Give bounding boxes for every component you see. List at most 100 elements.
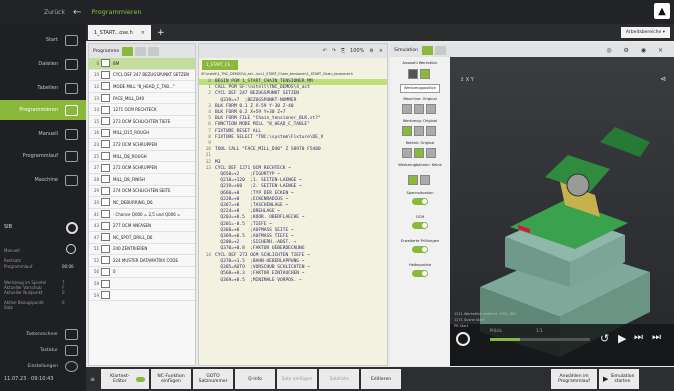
list-item[interactable]: 10 CYCL DEF 247 BEZUGSPUNKT SETZEN [89, 70, 195, 82]
list-item[interactable]: 59 [89, 290, 195, 302]
list-item[interactable]: 25 MILL_D8_ROUGH [89, 151, 195, 163]
undo-icon[interactable]: ↶ [323, 48, 327, 54]
code-line[interactable]: Q369=+0.5 ;MINIMALE VORPOS. ~ [199, 278, 387, 284]
reset-icon[interactable] [456, 332, 470, 346]
code-view[interactable]: 0 BEGIN PGM 1_START_CHAIN_TENSIONER MM 1 CA… [199, 79, 387, 284]
sidebar-item-programmieren[interactable]: Programmieren [0, 100, 86, 120]
sidebar-item-label: Tastatur [39, 347, 58, 353]
list-item[interactable]: 58 [89, 278, 195, 290]
ocm-toggle[interactable] [412, 222, 428, 229]
list-item[interactable]: 27 272 OCM SCHRUPPEN [89, 162, 195, 174]
sidebar-item-manuell[interactable]: Manuell [0, 124, 86, 144]
back-arrow-icon[interactable]: ← [73, 7, 81, 18]
mode-switch-icon[interactable]: ≡ [90, 376, 95, 383]
fast-forward-icon[interactable]: ⏭ [652, 332, 661, 343]
insert-block-button[interactable]: Satz einfügen [277, 369, 318, 389]
list-item[interactable]: 56 0 [89, 267, 195, 279]
sidebar-item-dateien[interactable]: Dateien [0, 54, 86, 74]
block-icon [101, 221, 110, 230]
back-label[interactable]: Zurück [44, 9, 65, 16]
list-item[interactable]: 52 224 MUSTER DATAMATRIX CODE [89, 255, 195, 267]
sidebar-item-label: Dateien [38, 61, 58, 67]
list-item[interactable]: 41 · Chance Q000 = 2,5 und Q006 = [89, 209, 195, 221]
blank-icon[interactable] [414, 148, 424, 158]
search-icon[interactable] [135, 46, 147, 56]
workpiece-icon[interactable] [408, 69, 418, 79]
editor-toggle[interactable] [135, 376, 146, 382]
tool-icon[interactable] [414, 126, 424, 136]
tab-program[interactable]: 1_START...ose.h × [88, 25, 151, 40]
list-item[interactable]: 47 NC_SPOT_DRILL_D6 [89, 232, 195, 244]
tool-icon[interactable] [426, 126, 436, 136]
info-text: 1271 Suche Start [454, 318, 485, 322]
advanced-checks-toggle[interactable] [412, 246, 428, 253]
list-view-icon[interactable] [122, 46, 134, 56]
sidebar-item-start[interactable]: Start [0, 30, 86, 50]
simulation-viewport[interactable]: ↥ X Y ⊲ Präzis. 1:1 ↺ ▶ ⏭ ⏭ 1211 Werkstü… [450, 57, 674, 366]
add-tab-icon[interactable]: + [157, 28, 165, 38]
single-step-icon[interactable]: ⏭ [634, 332, 643, 343]
list-item[interactable]: 28 MILL_D8_FINISH [89, 174, 195, 186]
toolpath-icon[interactable] [408, 175, 418, 185]
close-icon[interactable]: × [141, 30, 145, 36]
nc-function-button[interactable]: NC-Funktion einfügen [151, 369, 192, 389]
fixture-toggle[interactable] [412, 198, 428, 205]
row-label: NC_DEBURRING_D6 [113, 199, 153, 205]
breakpoints-toggle[interactable] [412, 270, 428, 277]
list-item[interactable]: 29 274 OCM SCHLICHTEN SEITE [89, 186, 195, 198]
copy-icon[interactable]: ⎘ [341, 48, 345, 54]
sidebar-item-maschine[interactable]: Maschine [0, 170, 86, 190]
list-item[interactable]: 13 FACE_MILL_D40 [89, 93, 195, 105]
list-item[interactable]: 51 240 ZENTRIEREN [89, 244, 195, 256]
view-controls[interactable]: ◎ ⚙ ◉ × [606, 47, 668, 54]
row-label: MILL_D15_ROUGH [113, 130, 150, 136]
goto-button[interactable]: GOTO Satznummer [193, 369, 234, 389]
zoom-level[interactable]: 100% [350, 48, 364, 54]
editor-file-tab[interactable]: 1_START_Ch... [202, 60, 239, 70]
view-icon[interactable] [434, 45, 446, 55]
hand-icon [65, 128, 78, 140]
sib-toggle[interactable] [66, 222, 78, 234]
settings-icon[interactable]: ⚙ [369, 48, 373, 54]
tool-icon[interactable] [402, 126, 412, 136]
sidebar-item-programmlauf[interactable]: Programmlauf [0, 146, 86, 166]
status-line: Aktueller Nullpunkt [4, 290, 43, 295]
status-value: 0 [62, 290, 65, 295]
select-in-program-run-button[interactable]: Anwählen im Programmlauf [551, 369, 598, 389]
list-item[interactable]: 30 NC_DEBURRING_D6 [89, 197, 195, 209]
blank-icon[interactable] [402, 148, 412, 158]
sidebar-item-tabellen[interactable]: Tabellen [0, 78, 86, 98]
list-item[interactable]: 24 272 OCM SCHRUPPEN [89, 139, 195, 151]
block-list-button[interactable]: Satzliste [319, 369, 360, 389]
workspaces-dropdown[interactable]: Arbeitsbereiche ▾ [620, 27, 670, 38]
edit-button[interactable]: Editieren [361, 369, 402, 389]
tool-position-button[interactable]: Werkzeugposition [400, 84, 440, 93]
machine-icon[interactable] [402, 104, 412, 114]
options-icon[interactable] [421, 45, 433, 55]
start-simulation-button[interactable]: ▶ Simulation starten [599, 369, 640, 389]
close-icon[interactable]: × [379, 48, 383, 54]
reset-program-icon[interactable]: ↺ [600, 332, 609, 345]
redo-icon[interactable]: ↷ [332, 48, 336, 54]
toolpath-icon[interactable] [420, 175, 430, 185]
button-label: Simulation starten [610, 374, 635, 384]
list-item[interactable]: 43 277 OCM ANFASEN [89, 220, 195, 232]
list-item[interactable]: 15 273 OCM SCHLICHTEN TIEFE [89, 116, 195, 128]
machine-icon[interactable] [414, 104, 424, 114]
machine-icon[interactable] [426, 104, 436, 114]
row-label: MILL_D8_ROUGH [113, 153, 147, 159]
play-icon[interactable]: ▶ [618, 332, 626, 345]
blank-icon[interactable] [426, 148, 436, 158]
list-item[interactable]: 16 MILL_D15_ROUGH [89, 128, 195, 140]
sidebar-item-label: Einstellungen [27, 363, 58, 369]
filter-icon[interactable] [148, 46, 160, 56]
list-item[interactable]: 0 BM [89, 58, 195, 70]
q-info-button[interactable]: Q-Info [235, 369, 276, 389]
list-item[interactable]: 14 1271 OCM RECHTECK [89, 104, 195, 116]
klartext-editor-button[interactable]: Klartext-Editor [101, 369, 150, 389]
list-item[interactable]: 12 MODE MILL "8_HEAD_C_TAB..." [89, 81, 195, 93]
sidebar-item-einstellungen[interactable]: Einstellungen [0, 356, 86, 376]
status-line: Satz [4, 305, 13, 310]
button-label: Klartext-Editor [110, 374, 130, 384]
machine-view-icon[interactable] [420, 69, 430, 79]
